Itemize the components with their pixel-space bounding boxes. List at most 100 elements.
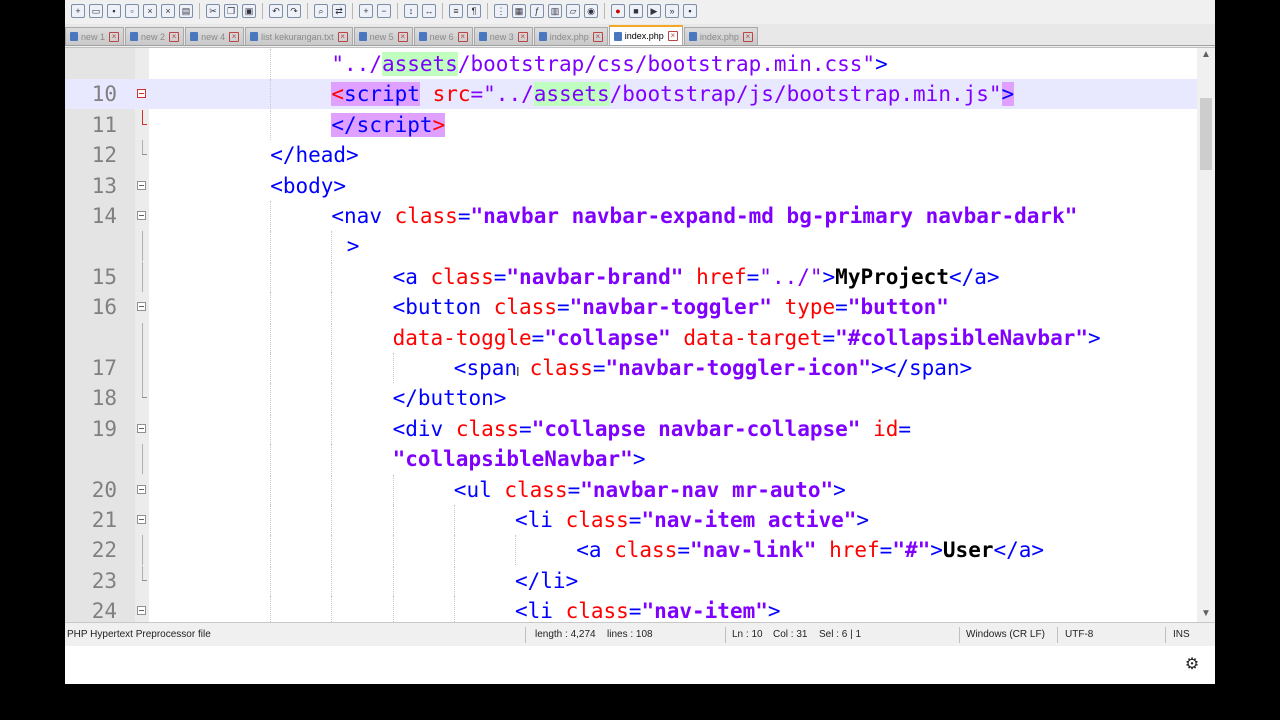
code-line[interactable]: 24 <li class="nav-item"> <box>65 596 1197 622</box>
sync-horizontal-icon[interactable]: ↔ <box>422 4 436 18</box>
status-eol[interactable]: Windows (CR LF) <box>966 623 1045 647</box>
close-icon[interactable]: × <box>169 31 180 42</box>
code-line[interactable]: 23 </li> <box>65 565 1197 596</box>
code-line[interactable]: "collapsibleNavbar"> <box>65 444 1197 475</box>
code-line[interactable]: > <box>65 231 1197 262</box>
tab-list-kekurangan-txt[interactable]: list kekurangan.txt × <box>245 27 353 45</box>
tab-new-3[interactable]: new 3 × <box>473 27 533 45</box>
code-token: = <box>677 538 690 563</box>
chevron-down-icon[interactable]: ▼ <box>1199 607 1213 621</box>
zoom-in-icon[interactable]: + <box>359 4 373 18</box>
code-text: "collapsibleNavbar"> <box>393 444 646 474</box>
close-icon[interactable]: × <box>592 31 603 42</box>
line-number: 18 <box>91 386 117 411</box>
tab-new-1[interactable]: new 1 × <box>65 27 125 45</box>
chevron-up-icon[interactable]: ▲ <box>1199 48 1213 62</box>
fold-toggle-icon[interactable] <box>137 606 146 616</box>
code-line[interactable]: 21 <li class="nav-item active"> <box>65 505 1197 535</box>
undo-icon[interactable]: ↶ <box>269 4 283 18</box>
close-file-icon[interactable]: × <box>143 4 157 18</box>
sync-vertical-icon[interactable]: ↕ <box>404 4 418 18</box>
monitor-icon[interactable]: ◉ <box>584 4 598 18</box>
close-all-icon[interactable]: × <box>161 4 175 18</box>
code-line[interactable]: "../assets/bootstrap/css/bootstrap.min.c… <box>65 49 1197 79</box>
fold-toggle-icon[interactable] <box>137 180 146 190</box>
code-line[interactable]: 13 <body> <box>65 171 1197 201</box>
scrollbar-thumb[interactable] <box>1200 98 1212 170</box>
function-list-icon[interactable]: ƒ <box>530 4 544 18</box>
replace-icon[interactable]: ⇄ <box>332 4 346 18</box>
code-line[interactable]: 12 </head> <box>65 140 1197 170</box>
fold-line <box>142 231 143 262</box>
code-line[interactable]: 22 <a class="nav-link" href="#">User</a> <box>65 535 1197 566</box>
close-icon[interactable]: × <box>457 31 468 42</box>
redo-icon[interactable]: ↷ <box>287 4 301 18</box>
code-line[interactable]: 10 <script src="../assets/bootstrap/js/bo… <box>65 79 1197 110</box>
tab-index-php[interactable]: index.php × <box>533 27 608 45</box>
file-icon <box>250 32 259 41</box>
toolbar-separator <box>307 3 308 19</box>
code-line[interactable]: 16 <button class="navbar-toggler" type="b… <box>65 292 1197 323</box>
code-line[interactable]: 19 <div class="collapse navbar-collapse" … <box>65 413 1197 444</box>
language-icon[interactable]: ▦ <box>512 4 526 18</box>
open-file-icon[interactable]: ▭ <box>89 4 103 18</box>
code-token: </button> <box>392 386 507 411</box>
tab-index-php[interactable]: index.php × <box>683 27 758 45</box>
fold-toggle-icon[interactable] <box>137 302 146 312</box>
record-macro-icon[interactable]: ● <box>611 4 625 18</box>
paste-icon[interactable]: ▣ <box>242 4 256 18</box>
code-line[interactable]: 18 </button> <box>65 383 1197 414</box>
new-file-icon[interactable]: + <box>71 4 85 18</box>
code-token: > <box>875 52 888 76</box>
gear-icon[interactable]: ⚙ <box>1183 656 1201 674</box>
tab-new-2[interactable]: new 2 × <box>125 27 185 45</box>
code-line[interactable]: 14 <nav class="navbar navbar-expand-md bg… <box>65 201 1197 231</box>
indent-guide <box>270 322 272 353</box>
save-all-icon[interactable]: ▫ <box>125 4 139 18</box>
zoom-out-icon[interactable]: − <box>377 4 391 18</box>
code-line[interactable]: 11 </script> <box>65 109 1197 140</box>
tab-new-5[interactable]: new 5 × <box>353 27 413 45</box>
play-macro-icon[interactable]: ▶ <box>647 4 661 18</box>
print-icon[interactable]: ▤ <box>179 4 193 18</box>
code-line[interactable]: data-toggle="collapse" data-target="#col… <box>65 322 1197 353</box>
close-icon[interactable]: × <box>517 31 528 42</box>
code-area[interactable]: "../assets/bootstrap/css/bootstrap.min.c… <box>65 48 1197 622</box>
fold-toggle-icon[interactable] <box>137 484 146 494</box>
close-icon[interactable]: × <box>667 31 678 41</box>
close-icon[interactable]: × <box>742 31 753 42</box>
close-icon[interactable]: × <box>337 31 348 42</box>
indent-guide-icon[interactable]: ⋮ <box>494 4 508 18</box>
status-insert-mode[interactable]: INS <box>1173 623 1190 647</box>
tab-label: new 6 <box>429 31 454 42</box>
close-icon[interactable]: × <box>109 31 120 42</box>
code-line[interactable]: 17 <span class="navbar-toggler-icon"></sp… <box>65 353 1197 383</box>
close-icon[interactable]: × <box>229 31 240 42</box>
tab-new-4[interactable]: new 4 × <box>185 27 245 45</box>
fold-toggle-icon[interactable] <box>137 423 146 433</box>
code-line[interactable]: 20 <ul class="navbar-nav mr-auto"> <box>65 474 1197 505</box>
tab-new-6[interactable]: new 6 × <box>413 27 473 45</box>
fold-toggle-icon[interactable] <box>137 89 146 99</box>
copy-icon[interactable]: ❐ <box>224 4 238 18</box>
fold-toggle-icon[interactable] <box>137 515 146 524</box>
status-encoding[interactable]: UTF-8 <box>1065 623 1093 647</box>
fold-toggle-icon[interactable] <box>137 211 146 220</box>
find-icon[interactable]: ⌕ <box>314 4 328 18</box>
fold-end-mark <box>142 397 147 399</box>
code-editor[interactable]: "../assets/bootstrap/css/bootstrap.min.c… <box>65 47 1215 622</box>
word-wrap-icon[interactable]: ≡ <box>449 4 463 18</box>
cut-icon[interactable]: ✂ <box>206 4 220 18</box>
document-map-icon[interactable]: ▥ <box>548 4 562 18</box>
status-separator <box>959 627 960 643</box>
save-icon[interactable]: ▪ <box>107 4 121 18</box>
show-all-chars-icon[interactable]: ¶ <box>467 4 481 18</box>
close-icon[interactable]: × <box>397 31 408 42</box>
stop-macro-icon[interactable]: ■ <box>629 4 643 18</box>
folder-workspace-icon[interactable]: ▱ <box>566 4 580 18</box>
run-macro-multiple-icon[interactable]: » <box>665 4 679 18</box>
code-line[interactable]: 15 <a class="navbar-brand" href="../">MyP… <box>65 261 1197 292</box>
code-token: = <box>470 82 484 107</box>
tab-index-php[interactable]: index.php × <box>608 25 683 45</box>
save-macro-icon[interactable]: ▪ <box>683 4 697 18</box>
